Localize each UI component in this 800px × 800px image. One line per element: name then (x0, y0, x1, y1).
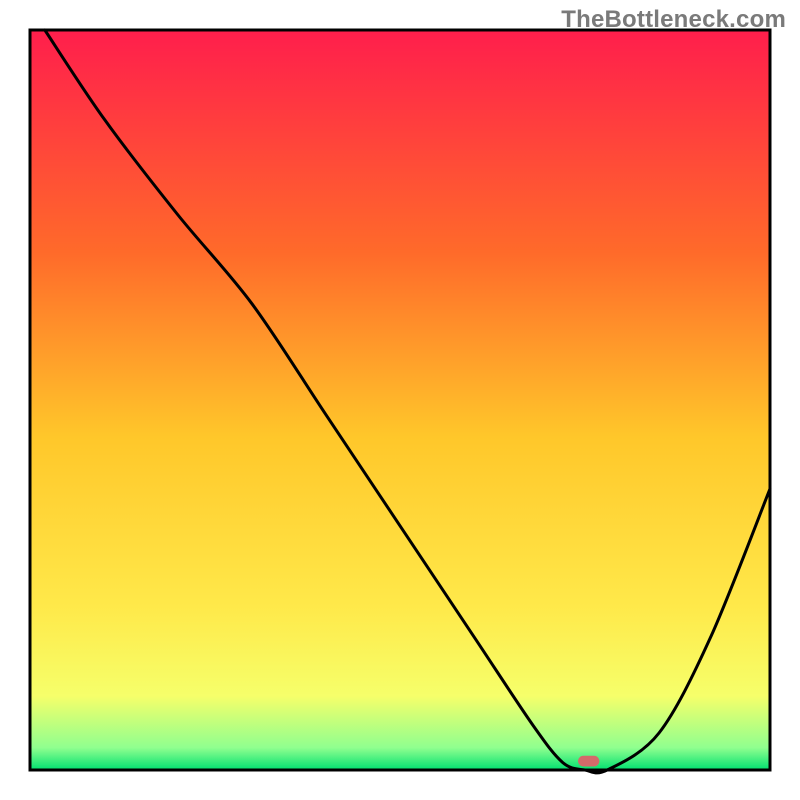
watermark-label: TheBottleneck.com (561, 6, 786, 34)
bottleneck-chart: TheBottleneck.com (0, 0, 800, 800)
plot-background (30, 30, 770, 770)
selected-point-marker (578, 756, 599, 767)
chart-svg (0, 0, 800, 800)
